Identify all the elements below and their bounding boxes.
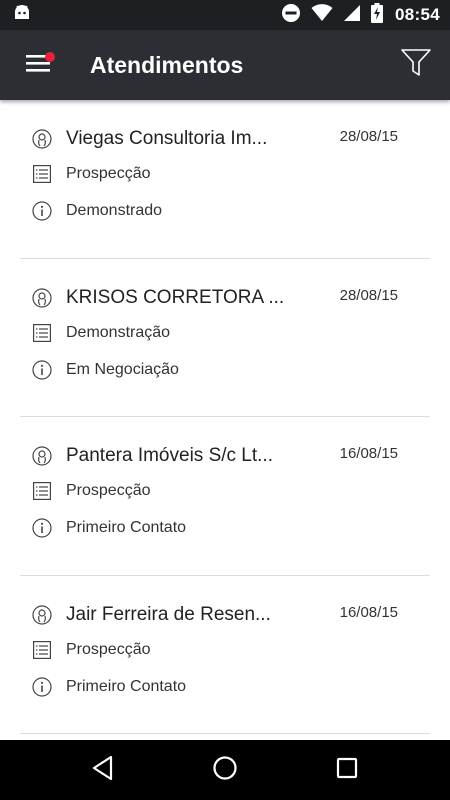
item-name-row: Jair Ferreira de Resen... [32,604,271,626]
list-icon [32,323,52,343]
list-item[interactable]: Pantera Imóveis S/c Lt... 16/08/15 Prosp… [20,417,430,576]
info-icon [32,676,52,697]
back-button[interactable] [73,740,133,800]
atendimentos-list: Viegas Consultoria Im... 28/08/15 Prospe… [0,100,450,740]
item-name-row: Pantera Imóveis S/c Lt... [32,445,273,467]
item-stage: Prospecção [66,640,151,658]
item-name: Pantera Imóveis S/c Lt... [66,445,273,466]
list-item[interactable]: KRISOS CORRETORA ... 28/08/15 Demonstraç… [20,259,430,417]
item-status: Demonstrado [66,202,163,219]
item-status-row: Em Negociação [32,359,179,380]
status-bar: 08:54 [0,0,450,30]
battery-charging-icon [371,2,384,28]
item-status-row: Primeiro Contato [32,518,186,538]
android-debug-icon [12,3,32,28]
item-name: Viegas Consultoria Im... [66,128,268,149]
list-icon [32,164,52,184]
list-item[interactable]: Jair Ferreira de Resen... 16/08/15 Prosp… [20,576,430,734]
filter-funnel-icon [401,48,431,82]
client-icon [32,604,52,625]
page-title: Atendimentos [90,51,244,78]
info-icon [32,359,52,380]
item-stage-row: Demonstração [32,323,170,343]
item-status-row: Demonstrado [32,201,162,221]
filter-button[interactable] [388,30,444,100]
signal-icon [343,4,361,27]
home-button[interactable] [195,740,255,800]
home-icon [212,755,238,786]
list-item[interactable]: Viegas Consultoria Im... 28/08/15 Prospe… [20,100,430,259]
info-icon [32,518,52,538]
item-status-row: Primeiro Contato [32,676,187,697]
item-date: 16/08/15 [339,445,398,462]
item-stage: Prospecção [66,165,151,182]
item-name: Jair Ferreira de Resen... [66,603,271,625]
item-date: 16/08/15 [339,603,398,621]
item-name-row: KRISOS CORRETORA ... [32,287,284,309]
item-stage-row: Prospecção [32,164,151,184]
notification-badge [45,52,55,62]
recents-button[interactable] [317,740,377,800]
item-stage-row: Prospecção [32,640,151,660]
item-date: 28/08/15 [339,128,398,145]
menu-button[interactable] [0,30,80,100]
item-name-row: Viegas Consultoria Im... [32,128,267,150]
item-status: Em Negociação [66,360,179,378]
recents-icon [336,757,358,784]
list-icon [32,481,52,501]
client-icon [32,129,52,149]
system-nav-bar [0,740,450,800]
list-icon [32,640,52,660]
item-status: Primeiro Contato [66,677,187,695]
item-stage-row: Prospecção [32,481,151,501]
client-icon [32,446,52,466]
wifi-icon [311,3,333,27]
do-not-disturb-icon [281,3,301,28]
item-stage: Demonstração [66,323,171,341]
item-date: 28/08/15 [339,286,398,304]
item-name: KRISOS CORRETORA ... [66,286,285,308]
info-icon [32,201,52,221]
item-stage: Prospecção [66,482,151,499]
app-bar: Atendimentos [0,30,450,100]
client-icon [32,287,52,308]
item-status: Primeiro Contato [66,519,187,536]
back-icon [91,755,115,786]
status-time: 08:54 [395,5,440,24]
